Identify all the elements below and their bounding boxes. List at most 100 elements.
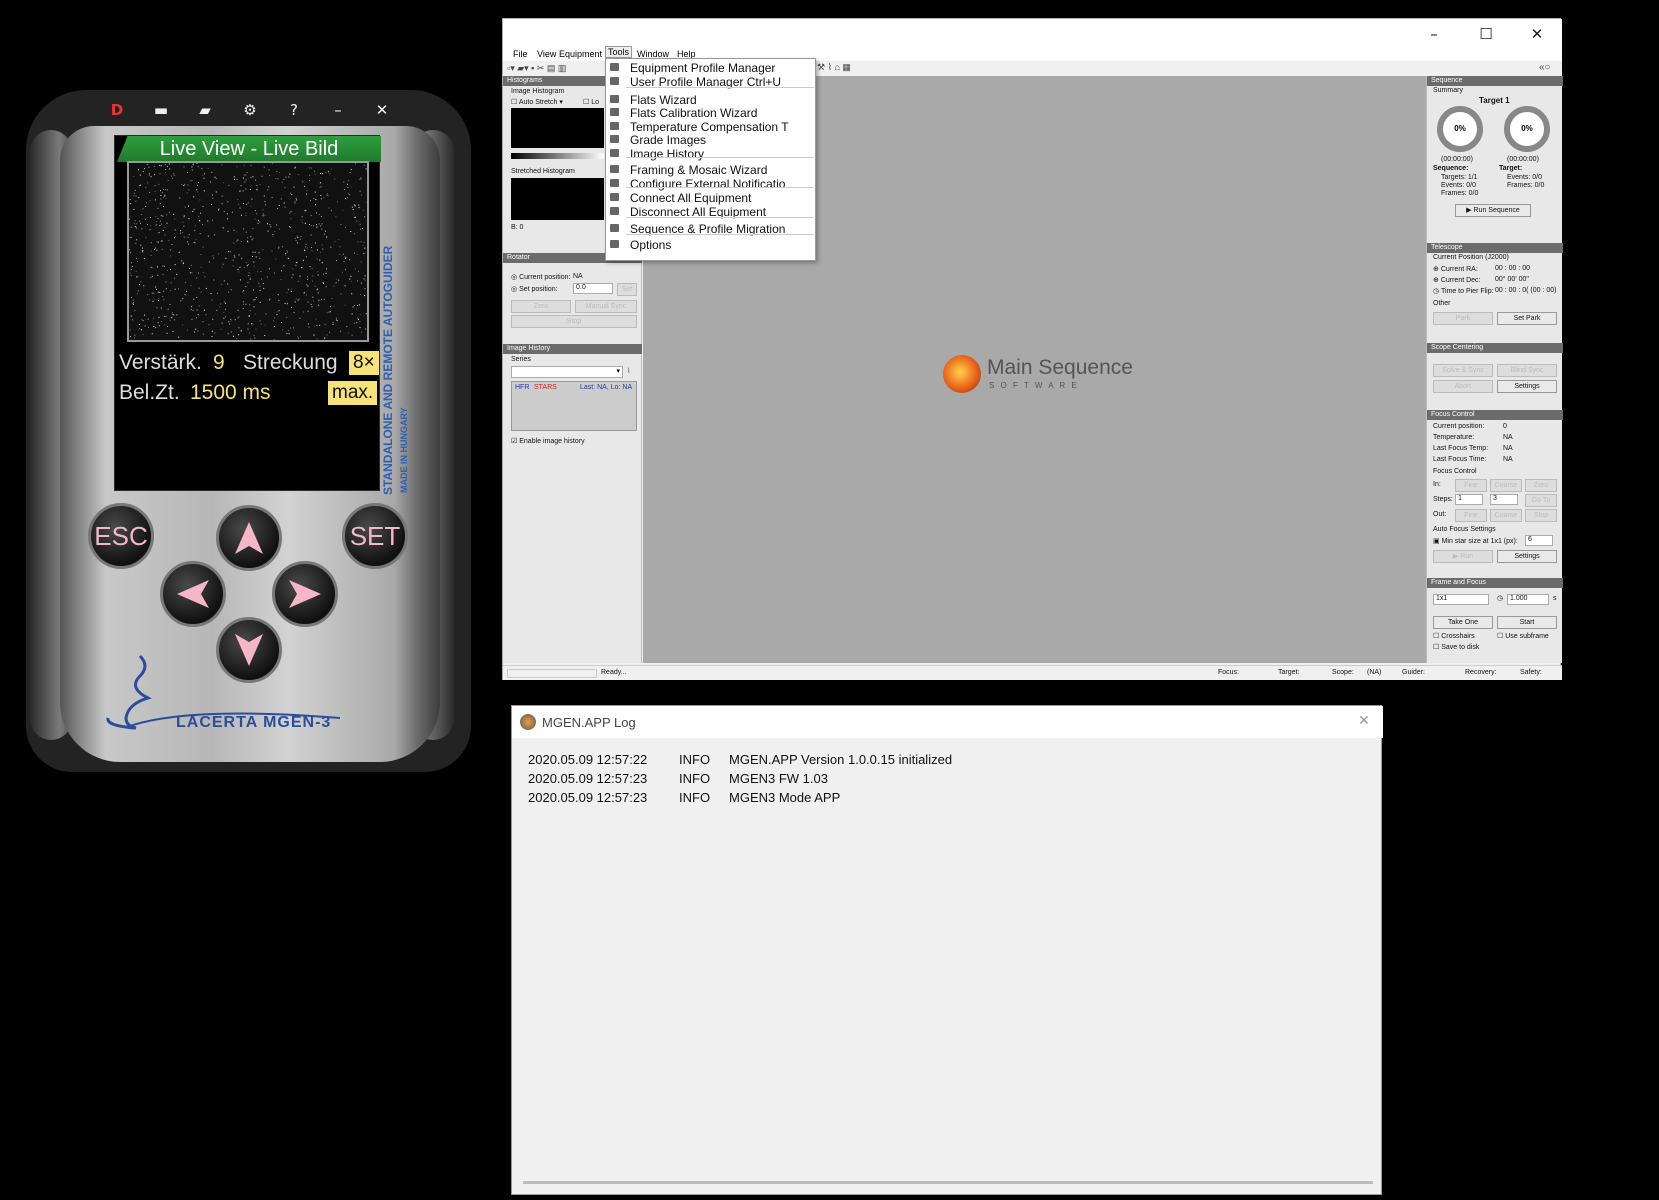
close-icon[interactable]: ✕ — [1527, 25, 1547, 43]
close-button[interactable]: ✕ — [370, 101, 394, 119]
log-scrollbar[interactable] — [523, 1181, 1373, 1184]
tools-menu-item[interactable]: Configure External Notificatio — [630, 177, 810, 191]
frame-focus-header[interactable]: Frame and Focus — [1427, 578, 1563, 588]
tools-menu: Equipment Profile Manager User Profile Ma… — [605, 58, 816, 261]
menu-item-icon — [610, 179, 619, 187]
tools-menu-item[interactable]: Flats Wizard — [630, 93, 810, 107]
exposure-mode[interactable]: max. — [328, 381, 378, 405]
target-label: Target: — [1499, 165, 1523, 172]
chart-icon[interactable]: ⌇ — [627, 367, 630, 375]
gain-value[interactable]: 9 — [213, 351, 225, 375]
enable-history-checkbox[interactable]: ☑ Enable image history — [511, 437, 585, 445]
tools-menu-item[interactable]: Framing & Mosaic Wizard — [630, 163, 810, 177]
solve-sync-button[interactable]: Solve & Sync — [1433, 364, 1493, 377]
take-one-button[interactable]: Take One — [1433, 616, 1493, 629]
hfr-legend: HFR — [515, 384, 530, 391]
binning-dropdown[interactable]: 1x1 — [1433, 594, 1489, 605]
focus-control-header[interactable]: Focus Control — [1427, 410, 1563, 420]
subframe-checkbox[interactable]: ☐ Use subframe — [1497, 632, 1549, 640]
telescope-header[interactable]: Telescope — [1427, 243, 1563, 253]
collapse-icon[interactable]: «○ — [1539, 62, 1551, 73]
pier-flip-label: ◷ Time to Pier Flip: — [1433, 288, 1494, 295]
tools-menu-item[interactable]: Temperature Compensation T — [630, 120, 810, 134]
steps-input-1[interactable]: 1 — [1455, 494, 1483, 505]
set-park-button[interactable]: Set Park — [1497, 312, 1557, 325]
rotator-set-button[interactable]: Set — [617, 283, 637, 296]
focus-temp-value: NA — [1503, 434, 1513, 441]
abort-button[interactable]: Abort — [1433, 380, 1493, 393]
last-focus-temp-value: NA — [1503, 445, 1513, 452]
log-close-icon[interactable]: ✕ — [1358, 713, 1370, 729]
menu-equipment[interactable]: Equipment — [559, 49, 602, 59]
series-dropdown[interactable]: ▾ — [511, 366, 623, 378]
logo-title: Main Sequence — [987, 356, 1133, 379]
menu-tools[interactable]: Tools — [605, 46, 633, 58]
gear-icon[interactable]: ⚙ — [238, 101, 262, 119]
focus-position-value: 0 — [1503, 423, 1507, 430]
left-arrow-button[interactable] — [160, 561, 226, 627]
brand-logo: LACERTA MGEN-3 — [176, 714, 332, 731]
save-to-disk-checkbox[interactable]: ☐ Save to disk — [1433, 643, 1479, 651]
rotator-set-input[interactable]: 0.0 — [573, 283, 613, 294]
folder-icon[interactable]: ▰ — [193, 101, 217, 119]
tools-menu-item[interactable]: Options — [630, 238, 810, 252]
run-sequence-button[interactable]: ▶ Run Sequence — [1455, 204, 1531, 217]
tools-menu-item[interactable]: Image History — [630, 147, 810, 161]
exposure-value[interactable]: 1500 ms — [190, 381, 271, 405]
menu-separator — [626, 217, 814, 218]
rotator-stop-button[interactable]: Stop — [511, 315, 637, 328]
rotator-manual-sync-button[interactable]: Manual Sync — [575, 300, 637, 313]
scope-centering-header[interactable]: Scope Centering — [1427, 343, 1563, 353]
d-button[interactable]: D — [105, 101, 129, 119]
min-star-input[interactable]: 6 — [1525, 535, 1553, 546]
rotator-zero-button[interactable]: Zero — [511, 300, 571, 313]
goto-button[interactable]: Go To — [1525, 494, 1557, 507]
rotator-current-label: ◎ Current position: — [511, 274, 571, 281]
autofocus-run-button[interactable]: ▶ Run — [1433, 550, 1493, 563]
focus-stop-button[interactable]: Stop — [1525, 509, 1557, 522]
tools-menu-item[interactable]: Equipment Profile Manager — [630, 61, 810, 75]
zero-button[interactable]: Zero — [1525, 479, 1557, 492]
help-button[interactable]: ? — [282, 101, 306, 119]
esc-button[interactable]: ESC — [88, 503, 154, 569]
menu-view[interactable]: View — [537, 49, 556, 59]
tools-menu-item[interactable]: Grade Images — [630, 133, 810, 147]
autofocus-settings-button[interactable]: Settings — [1497, 550, 1557, 563]
sequence-header[interactable]: Sequence — [1427, 76, 1563, 86]
menu-file[interactable]: File — [513, 49, 528, 59]
start-button[interactable]: Start — [1497, 616, 1557, 629]
steps-input-2[interactable]: 3 — [1490, 494, 1518, 505]
set-button[interactable]: SET — [342, 503, 408, 569]
window-icon[interactable]: ▬ — [149, 101, 173, 119]
log-title: MGEN.APP Log — [542, 715, 636, 730]
autofocus-settings-label: Auto Focus Settings — [1433, 526, 1496, 533]
toolbar-icons-right[interactable]: ⚒ ⌇ ⌂ ▦ — [817, 62, 851, 73]
blind-sync-button[interactable]: Blind Sync — [1497, 364, 1557, 377]
in-fine-button[interactable]: Fine — [1455, 479, 1487, 492]
minimize-button[interactable]: – — [326, 101, 350, 119]
log-level: INFO — [679, 771, 711, 786]
image-history-header[interactable]: Image History — [503, 344, 642, 354]
crosshairs-checkbox[interactable]: ☐ Crosshairs — [1433, 632, 1475, 640]
menu-separator — [626, 234, 814, 235]
out-coarse-button[interactable]: Coarse — [1490, 509, 1522, 522]
auto-stretch-checkbox[interactable]: ☐ Auto Stretch ▾ — [511, 98, 563, 106]
frames-count: Frames: 0/0 — [1441, 190, 1479, 197]
stretch-value[interactable]: 8× — [349, 351, 379, 375]
minimize-icon[interactable]: – — [1424, 25, 1444, 43]
in-coarse-button[interactable]: Coarse — [1490, 479, 1522, 492]
last-focus-time-label: Last Focus Time: — [1433, 456, 1487, 463]
up-arrow-button[interactable] — [216, 505, 282, 571]
park-button[interactable]: Park — [1433, 312, 1493, 325]
right-arrow-button[interactable] — [272, 561, 338, 627]
out-fine-button[interactable]: Fine — [1455, 509, 1487, 522]
lo-checkbox[interactable]: ☐ Lo — [583, 98, 599, 106]
toolbar-icons-left[interactable]: ▫▾ ▰▾ ▪ ✂ ▤ ▥ — [507, 63, 566, 74]
tools-menu-item[interactable]: Flats Calibration Wizard — [630, 106, 810, 120]
image-histogram-label: Image Histogram — [511, 88, 565, 95]
maximize-icon[interactable]: ☐ — [1476, 25, 1496, 43]
tools-menu-item[interactable]: Connect All Equipment — [630, 191, 810, 205]
exposure-input[interactable]: 1.000 — [1507, 594, 1549, 605]
target-name: Target 1 — [1479, 96, 1510, 105]
centering-settings-button[interactable]: Settings — [1497, 380, 1557, 393]
